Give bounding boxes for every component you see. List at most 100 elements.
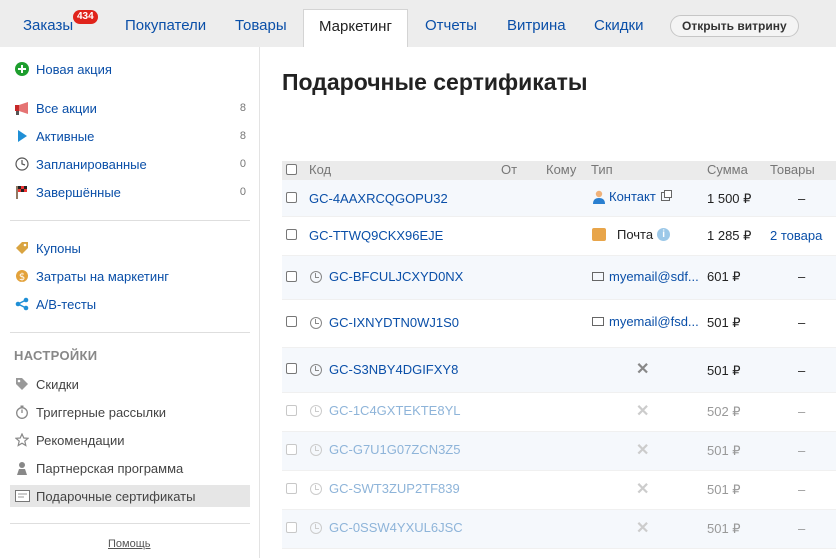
new-promo-link[interactable]: Новая акция [14, 58, 250, 80]
table-row[interactable]: GC-4AAXRCQGOPU32 Контакт 1 500 ₽ – [282, 180, 836, 217]
goods-value: – [798, 404, 806, 419]
sidebar-item-label: Купоны [36, 240, 81, 256]
megaphone-icon [14, 100, 30, 116]
tab-customers[interactable]: Покупатели [125, 17, 206, 34]
sidebar-item-label: Затраты на маркетинг [36, 268, 170, 284]
certificate-code-link[interactable]: GC-G7U1G07ZCN3Z5 [329, 442, 460, 457]
table-row[interactable]: GC-IXNYDTN0WJ1S0 myemail@fsd... 501 ₽ – [282, 300, 836, 348]
sidebar-item-count: 0 [239, 186, 246, 198]
row-checkbox[interactable] [286, 483, 297, 494]
clock-icon [14, 156, 30, 172]
clock-icon [310, 405, 322, 417]
sum-value: 501 ₽ [707, 443, 741, 458]
goods-value: – [798, 363, 806, 378]
sidebar-item-count: 0 [239, 158, 246, 170]
no-type-x-icon: ✕ [636, 361, 650, 378]
sidebar-item-recommendations[interactable]: Рекомендации [14, 429, 250, 451]
column-header-from[interactable]: От [501, 162, 517, 177]
column-header-type[interactable]: Тип [591, 162, 613, 177]
tab-products[interactable]: Товары [235, 17, 287, 34]
row-checkbox[interactable] [286, 522, 297, 533]
tab-storefront[interactable]: Витрина [507, 17, 566, 34]
column-header-goods[interactable]: Товары [770, 162, 815, 177]
tab-marketing[interactable]: Маркетинг [303, 9, 408, 47]
certificate-code-link[interactable]: GC-4AAXRCQGOPU32 [309, 191, 448, 206]
parcel-box-icon [592, 228, 606, 241]
sum-value: 1 500 ₽ [707, 191, 752, 206]
table-row[interactable]: GC-SWT3ZUP2TF839 ✕ 501 ₽ – [282, 471, 836, 510]
goods-link[interactable]: 2 товара [770, 228, 822, 243]
select-all-checkbox[interactable] [286, 164, 297, 175]
table-header: Код От Кому Тип Сумма Товары [282, 161, 836, 180]
table-row[interactable]: GC-S3NBY4DGIFXY8 ✕ 501 ₽ – [282, 348, 836, 393]
goods-value: – [798, 191, 806, 206]
sidebar-item-marketing-costs[interactable]: $ Затраты на маркетинг [14, 265, 250, 287]
table-row[interactable]: GC-0SSW4YXUL6JSC ✕ 501 ₽ – [282, 510, 836, 549]
tab-orders[interactable]: Заказы [23, 17, 73, 34]
sidebar-item-coupons[interactable]: Купоны [14, 237, 250, 259]
no-type-x-icon: ✕ [636, 403, 650, 420]
help-link[interactable]: Помощь [108, 538, 151, 550]
contact-link[interactable]: Контакт [609, 189, 656, 204]
sidebar-item-ab-tests[interactable]: A/B-тесты [14, 293, 250, 315]
certificate-code-link[interactable]: GC-1C4GXTEKTE8YL [329, 403, 461, 418]
clock-icon [310, 317, 322, 329]
row-checkbox[interactable] [286, 192, 297, 203]
sidebar-item-scheduled[interactable]: Запланированные 0 [14, 153, 250, 175]
sum-value: 501 ₽ [707, 482, 741, 497]
external-window-icon[interactable] [660, 190, 672, 201]
certificate-code-link[interactable]: GC-SWT3ZUP2TF839 [329, 481, 460, 496]
certificate-code-link[interactable]: GC-0SSW4YXUL6JSC [329, 520, 463, 535]
clock-icon [310, 522, 322, 534]
sidebar-item-count: 8 [239, 102, 246, 114]
no-type-x-icon: ✕ [636, 520, 650, 537]
certificate-code-link[interactable]: GC-TTWQ9CKX96EJE [309, 228, 443, 243]
sum-value: 502 ₽ [707, 404, 741, 419]
svg-text:$: $ [19, 272, 25, 283]
row-checkbox[interactable] [286, 316, 297, 327]
sidebar-item-count: 8 [239, 130, 246, 142]
timer-icon [14, 404, 30, 420]
row-checkbox[interactable] [286, 229, 297, 240]
sidebar-item-finished[interactable]: Завершённые 0 [14, 181, 250, 203]
sidebar-item-label: Активные [36, 128, 95, 144]
sidebar-item-label: A/B-тесты [36, 296, 97, 312]
table-row[interactable]: GC-G7U1G07ZCN3Z5 ✕ 501 ₽ – [282, 432, 836, 471]
column-header-sum[interactable]: Сумма [707, 162, 748, 177]
row-checkbox[interactable] [286, 271, 297, 282]
column-header-code[interactable]: Код [309, 162, 331, 177]
certificate-code-link[interactable]: GC-IXNYDTN0WJ1S0 [329, 315, 459, 330]
goods-value: – [798, 315, 806, 330]
tab-reports[interactable]: Отчеты [425, 17, 477, 34]
sidebar-item-all-promos[interactable]: Все акции 8 [14, 97, 250, 119]
sidebar-item-discounts[interactable]: Скидки [14, 373, 250, 395]
tab-discounts[interactable]: Скидки [594, 17, 643, 34]
row-checkbox[interactable] [286, 444, 297, 455]
table-row[interactable]: GC-1C4GXTEKTE8YL ✕ 502 ₽ – [282, 393, 836, 432]
sidebar-item-partner-program[interactable]: Партнерская программа [14, 457, 250, 479]
row-checkbox[interactable] [286, 363, 297, 374]
sidebar-item-trigger-mailings[interactable]: Триггерные рассылки [14, 401, 250, 423]
email-link[interactable]: myemail@sdf... [609, 269, 699, 284]
sidebar-item-active[interactable]: Активные 8 [14, 125, 250, 147]
envelope-icon [592, 272, 604, 281]
table-row[interactable]: GC-TTWQ9CKX96EJE Почта i 1 285 ₽ 2 товар… [282, 217, 836, 256]
sum-value: 501 ₽ [707, 363, 741, 378]
top-nav: Заказы 434 Покупатели Товары Маркетинг О… [0, 0, 836, 47]
sidebar-item-gift-certificates[interactable]: Подарочные сертификаты [10, 485, 250, 507]
certificate-icon [14, 488, 30, 504]
play-icon [14, 128, 30, 144]
table-row[interactable]: GC-BFCULJCXYD0NX myemail@sdf... 601 ₽ – [282, 256, 836, 300]
contact-person-icon [592, 190, 606, 204]
row-checkbox[interactable] [286, 405, 297, 416]
email-link[interactable]: myemail@fsd... [609, 314, 699, 329]
type-cell: myemail@sdf... [592, 269, 699, 284]
sum-value: 601 ₽ [707, 269, 741, 284]
goods-value: – [798, 269, 806, 284]
info-icon[interactable]: i [657, 228, 671, 241]
column-header-to[interactable]: Кому [546, 162, 576, 177]
open-storefront-button[interactable]: Открыть витрину [670, 15, 799, 37]
sidebar-divider [10, 523, 250, 524]
certificate-code-link[interactable]: GC-BFCULJCXYD0NX [329, 269, 463, 284]
certificate-code-link[interactable]: GC-S3NBY4DGIFXY8 [329, 362, 458, 377]
